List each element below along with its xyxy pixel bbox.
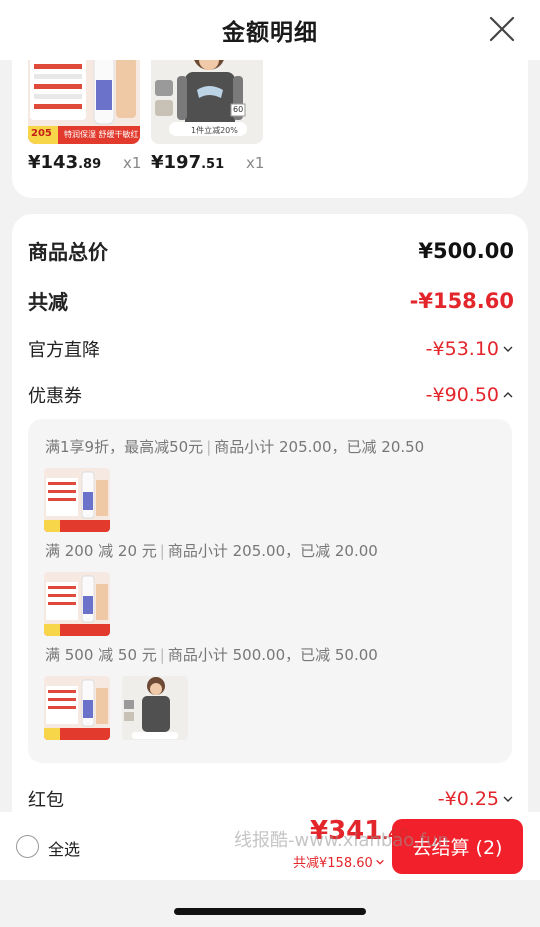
price-detail-card: 商品总价 ¥500.00 共减 -¥158.60 官方直降 -¥53.10 优惠… (12, 214, 528, 834)
coupon-rule: 满1享9折，最高减50元 | 商品小计 205.00，已减 20.50 (45, 438, 425, 456)
coupon-rule: 满 500 减 50 元 | 商品小计 500.00，已减 50.00 (45, 646, 378, 664)
coupon-row[interactable]: 优惠券 -¥90.50 (28, 382, 514, 408)
coupon-detail-panel: 满1享9折，最高减50元 | 商品小计 205.00，已减 20.50 满 200 … (28, 419, 512, 763)
coupon-product-thumbnail[interactable] (44, 676, 110, 740)
product-qty: x1 (123, 154, 142, 172)
total-reduce-value: -¥158.60 (409, 288, 514, 313)
page-title: 金额明细 (222, 20, 318, 46)
redpacket-value[interactable]: -¥0.25 (438, 788, 514, 810)
chevron-down-icon (503, 346, 513, 352)
select-all-radio[interactable] (16, 835, 39, 858)
watermark: 线报酷-www.xianbao.fun (234, 830, 449, 851)
coupon-product-thumbnail[interactable] (122, 676, 188, 740)
coupon-product-thumbnail[interactable] (44, 572, 110, 636)
select-all-label[interactable]: 全选 (48, 836, 80, 860)
header: 金额明细 (0, 0, 540, 60)
product-card: 205 特润保湿 舒缓干敏红 ¥143.89 x1 60 1件立减20% ¥19… (12, 40, 528, 198)
total-reduce-label: 共减 (28, 290, 68, 314)
chevron-down-icon (375, 859, 384, 865)
total-price-value: ¥500.00 (418, 238, 514, 263)
home-indicator (174, 908, 366, 915)
total-price-row: 商品总价 ¥500.00 (28, 236, 514, 265)
coupon-label: 优惠券 (28, 386, 82, 407)
official-discount-label: 官方直降 (28, 340, 100, 361)
promo-badge: 205 (31, 128, 52, 139)
redpacket-row[interactable]: 红包 -¥0.25 (28, 786, 514, 812)
saved-amount[interactable]: 共减¥158.60 (293, 852, 385, 871)
redpacket-label: 红包 (28, 790, 64, 811)
chevron-up-icon (503, 392, 513, 398)
checkout-bar: 全选 ¥341.40 线报酷-www.xianbao.fun 共减¥158.60… (0, 812, 540, 880)
total-reduce-row: 共减 -¥158.60 (28, 286, 514, 315)
promo-text: 特润保湿 舒缓干敏红 (64, 130, 139, 139)
official-discount-value[interactable]: -¥53.10 (426, 338, 514, 360)
chevron-down-icon (503, 796, 513, 802)
official-discount-row[interactable]: 官方直降 -¥53.10 (28, 336, 514, 362)
total-price-label: 商品总价 (28, 240, 108, 264)
close-icon[interactable] (486, 13, 518, 45)
coupon-rule: 满 200 减 20 元 | 商品小计 205.00，已减 20.00 (45, 542, 378, 560)
product-qty: x1 (246, 154, 265, 172)
coupon-value[interactable]: -¥90.50 (426, 384, 514, 406)
product-price: ¥143.89 (28, 152, 102, 173)
promo-text: 1件立减20% (191, 126, 238, 135)
coupon-product-thumbnail[interactable] (44, 468, 110, 532)
product-price: ¥197.51 (151, 152, 225, 173)
size-tag: 60 (233, 105, 244, 114)
